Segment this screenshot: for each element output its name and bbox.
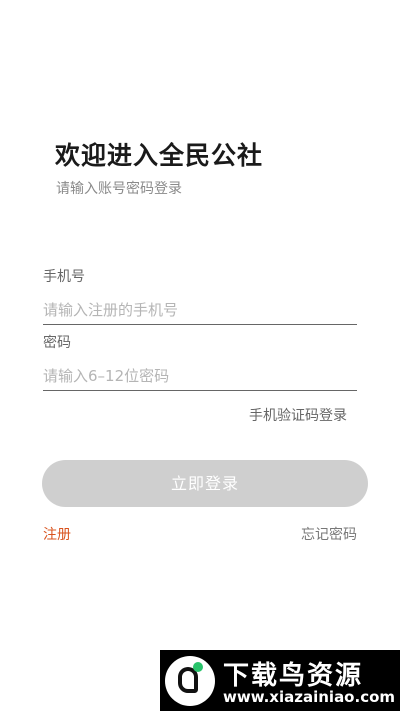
register-link[interactable]: 注册 <box>43 524 71 544</box>
phone-input[interactable] <box>43 298 357 322</box>
watermark-url: www.xiazainiao.com <box>223 688 396 706</box>
password-input[interactable] <box>43 364 357 388</box>
page-subtitle: 请输入账号密码登录 <box>56 181 182 197</box>
watermark-title: 下载鸟资源 <box>223 661 364 691</box>
bird-logo-icon <box>165 656 215 706</box>
phone-label: 手机号 <box>43 269 85 285</box>
password-field-wrapper <box>43 364 357 391</box>
sms-login-link[interactable]: 手机验证码登录 <box>249 405 347 425</box>
page-title: 欢迎进入全民公社 <box>55 141 264 170</box>
watermark-banner: 下载鸟资源 www.xiazainiao.com <box>160 650 400 711</box>
logo-dot <box>193 662 203 672</box>
login-screen: 欢迎进入全民公社 请输入账号密码登录 手机号 密码 手机验证码登录 立即登录 注… <box>0 0 400 711</box>
forgot-password-link[interactable]: 忘记密码 <box>301 524 357 544</box>
login-button[interactable]: 立即登录 <box>42 460 368 507</box>
phone-field-wrapper <box>43 298 357 325</box>
password-label: 密码 <box>43 335 71 351</box>
